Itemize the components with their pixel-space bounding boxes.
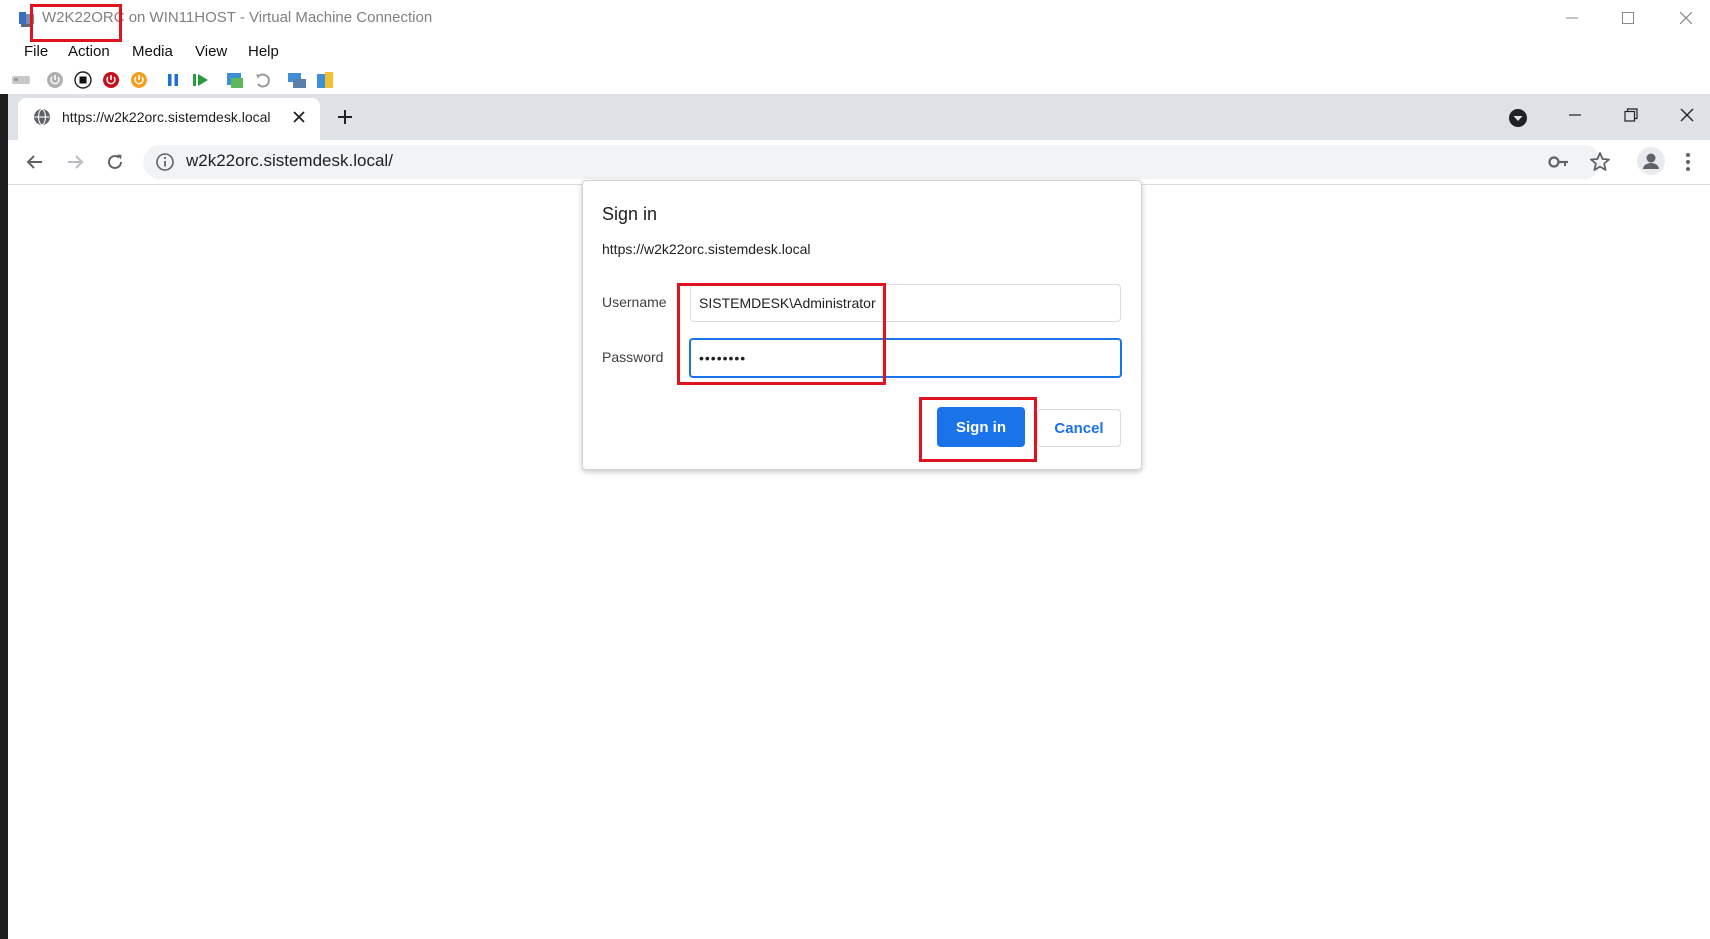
menu-help[interactable]: Help	[248, 43, 279, 60]
cancel-button[interactable]: Cancel	[1037, 409, 1121, 447]
save-state-icon[interactable]	[128, 69, 150, 91]
highlight-box-sign-in	[919, 397, 1037, 462]
tab-title: https://w2k22orc.sistemdesk.local	[62, 109, 271, 125]
share-icon[interactable]	[314, 69, 336, 91]
browser-restore-icon[interactable]	[1606, 100, 1656, 130]
tab-close-icon[interactable]	[288, 106, 310, 128]
highlight-box-title	[30, 4, 122, 42]
menu-action[interactable]: Action	[68, 43, 110, 60]
menu-view[interactable]: View	[195, 43, 227, 60]
minimize-icon[interactable]	[1544, 4, 1600, 32]
dialog-origin: https://w2k22orc.sistemdesk.local	[602, 241, 811, 257]
menu-media[interactable]: Media	[132, 43, 173, 60]
shut-down-icon[interactable]	[100, 69, 122, 91]
reload-icon[interactable]	[101, 148, 129, 176]
start-icon[interactable]	[44, 69, 66, 91]
checkpoint-icon[interactable]	[224, 69, 246, 91]
star-icon[interactable]	[1588, 150, 1612, 174]
globe-icon	[33, 108, 51, 126]
turn-off-icon[interactable]	[72, 69, 94, 91]
menu-file[interactable]: File	[24, 43, 48, 60]
ctrl-alt-del-icon[interactable]	[10, 69, 32, 91]
forward-icon[interactable]	[61, 148, 89, 176]
browser-minimize-icon[interactable]	[1550, 100, 1600, 130]
browser-close-icon[interactable]	[1662, 100, 1710, 130]
username-label: Username	[602, 294, 667, 310]
vm-screen-edge	[0, 94, 8, 939]
enhanced-session-icon[interactable]	[286, 69, 308, 91]
maximize-icon[interactable]	[1600, 4, 1656, 32]
password-label: Password	[602, 349, 664, 365]
close-icon[interactable]	[1658, 4, 1710, 32]
profile-icon[interactable]	[1636, 146, 1666, 176]
resume-icon[interactable]	[190, 69, 212, 91]
key-icon[interactable]	[1548, 152, 1570, 172]
new-tab-icon[interactable]	[332, 104, 358, 130]
back-icon[interactable]	[21, 148, 49, 176]
url-text[interactable]: w2k22orc.sistemdesk.local/	[186, 151, 393, 171]
revert-icon[interactable]	[252, 69, 274, 91]
info-icon[interactable]	[155, 152, 175, 172]
pause-icon[interactable]	[162, 69, 184, 91]
dialog-title: Sign in	[602, 204, 658, 224]
tab-search-icon[interactable]	[1506, 106, 1530, 130]
highlight-box-credentials	[677, 283, 886, 385]
more-menu-icon[interactable]	[1680, 150, 1696, 174]
